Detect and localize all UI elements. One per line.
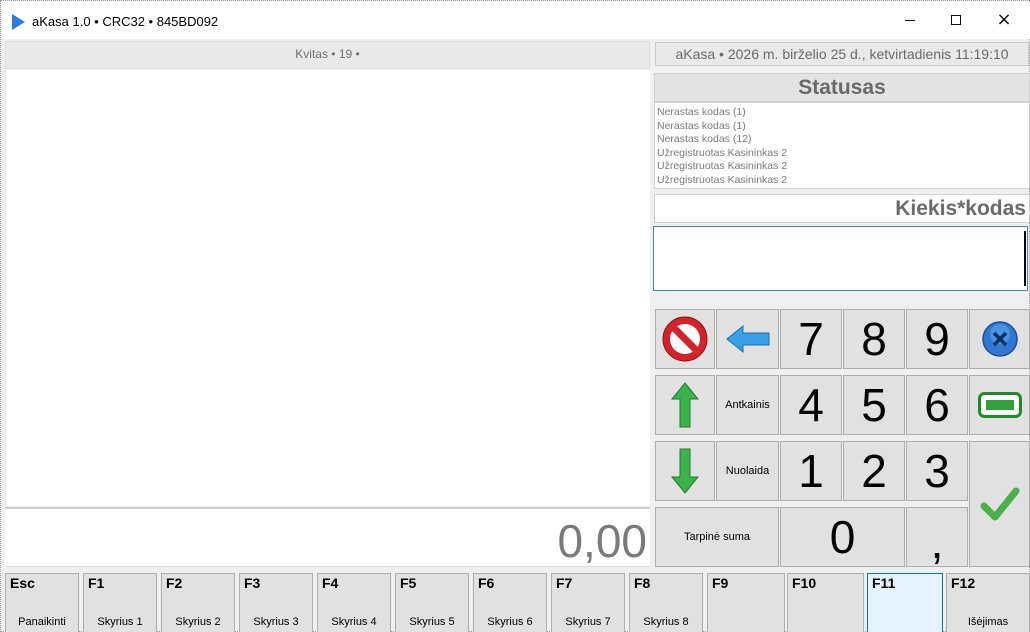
receipt-total-value: 0,00 [557, 515, 647, 567]
window-title: aKasa 1.0 • CRC32 • 845BD092 [32, 14, 219, 29]
receipt-list[interactable] [5, 70, 650, 506]
key-0[interactable]: 0 [780, 507, 905, 567]
backspace-button[interactable] [716, 309, 779, 369]
close-button[interactable]: × [981, 5, 1027, 35]
status-log-line: Užregistruotas Kasininkas 2 [657, 146, 788, 159]
fkey-code: F5 [400, 575, 417, 591]
text-caret [1024, 231, 1026, 286]
fkey-label: Skyrius 5 [409, 616, 455, 628]
fkey-label: Skyrius 4 [331, 616, 377, 628]
fkey-code: F7 [556, 575, 573, 591]
fkey-f6[interactable]: F6 Skyrius 6 [473, 573, 547, 632]
fkey-f4[interactable]: F4 Skyrius 4 [317, 573, 391, 632]
arrow-up-icon [670, 382, 700, 428]
arrow-up-button[interactable] [655, 375, 715, 435]
key-7[interactable]: 7 [780, 309, 842, 369]
status-log-line: Nerastas kodas (1) [657, 106, 746, 118]
key-6[interactable]: 6 [906, 375, 968, 435]
fkey-f7[interactable]: F7 Skyrius 7 [551, 573, 625, 632]
fkey-code: F10 [792, 575, 817, 591]
key-8[interactable]: 8 [843, 309, 905, 369]
fkey-code: F1 [88, 575, 105, 591]
fkey-f8[interactable]: F8 Skyrius 8 [629, 573, 703, 632]
fkey-f12[interactable]: F12 Išėjimas [946, 573, 1030, 632]
fkey-label: Skyrius 7 [565, 616, 611, 628]
fkey-f9[interactable]: F9 [707, 573, 785, 632]
fkey-label: Skyrius 8 [643, 616, 689, 628]
status-log-line: Nerastas kodas (12) [657, 133, 752, 145]
fkey-f11[interactable]: F11 [867, 573, 943, 632]
fkey-code: F2 [166, 575, 183, 591]
key-5[interactable]: 5 [843, 375, 905, 435]
app-window: aKasa 1.0 • CRC32 • 845BD092 × Kvitas • … [0, 0, 1030, 632]
minimize-button[interactable] [887, 5, 933, 35]
fkey-esc[interactable]: Esc Panaikinti [5, 573, 79, 632]
fkey-f5[interactable]: F5 Skyrius 5 [395, 573, 469, 632]
cancel-icon [662, 316, 708, 362]
status-log-line: Nerastas kodas (1) [657, 119, 746, 132]
minimize-icon [905, 19, 915, 21]
status-log-line: Užregistruotas Kasininkas 2 [657, 160, 788, 172]
maximize-icon [951, 15, 961, 25]
quantity-code-label: Kiekis*kodas [654, 194, 1030, 223]
checkmark-icon [980, 487, 1019, 521]
card-button[interactable] [969, 375, 1030, 435]
fkey-code: F9 [712, 575, 729, 591]
fkey-label: Skyrius 1 [97, 616, 143, 628]
key-comma[interactable]: , [906, 507, 968, 567]
app-logo-icon [12, 14, 25, 30]
fkey-f3[interactable]: F3 Skyrius 3 [239, 573, 313, 632]
arrow-down-button[interactable] [655, 441, 715, 501]
datetime-bar: aKasa • 2026 m. birželio 25 d., ketvirta… [655, 42, 1029, 66]
maximize-button[interactable] [933, 5, 979, 35]
fkey-code: F8 [634, 575, 651, 591]
fkey-code: F12 [951, 575, 976, 591]
confirm-button[interactable] [969, 441, 1030, 567]
card-icon [977, 392, 1022, 418]
fkey-f10[interactable]: F10 [787, 573, 864, 632]
fkey-code: Esc [10, 575, 35, 591]
status-log-line: Užregistruotas Kasininkas 2 [657, 173, 788, 186]
subtotal-button[interactable]: Tarpinė suma [655, 507, 779, 567]
close-x-icon [981, 321, 1018, 357]
key-4[interactable]: 4 [780, 375, 842, 435]
close-icon: × [996, 9, 1012, 30]
fkey-label: Skyrius 3 [253, 616, 299, 628]
fkey-label: Išėjimas [967, 616, 1009, 628]
status-title: Statusas [654, 73, 1030, 102]
fkey-label: Panaikinti [18, 616, 66, 628]
cancel-button[interactable] [655, 309, 715, 369]
arrow-down-icon [670, 448, 700, 494]
fkey-f2[interactable]: F2 Skyrius 2 [161, 573, 235, 632]
key-1[interactable]: 1 [780, 441, 842, 501]
fkey-f1[interactable]: F1 Skyrius 1 [83, 573, 157, 632]
fkey-code: F11 [872, 575, 896, 591]
title-bar[interactable]: aKasa 1.0 • CRC32 • 845BD092 × [1, 1, 1030, 39]
receipt-total-box: 0,00 [5, 507, 650, 567]
antkainis-button[interactable]: Antkainis [716, 375, 779, 435]
close-x-button[interactable] [969, 309, 1030, 369]
fkey-label: Skyrius 2 [175, 616, 221, 628]
fkey-code: F4 [322, 575, 339, 591]
key-2[interactable]: 2 [843, 441, 905, 501]
nuolaida-button[interactable]: Nuolaida [716, 441, 779, 501]
fkey-code: F3 [244, 575, 261, 591]
key-3[interactable]: 3 [906, 441, 968, 501]
quantity-code-input[interactable] [653, 226, 1028, 291]
fkey-label: Skyrius 6 [487, 616, 533, 628]
arrow-left-icon [725, 324, 769, 354]
key-9[interactable]: 9 [906, 309, 968, 369]
status-log: Nerastas kodas (1) Nerastas kodas (1) Ne… [654, 102, 1030, 189]
fkey-code: F6 [478, 575, 495, 591]
receipt-header: Kvitas • 19 • [5, 41, 650, 69]
